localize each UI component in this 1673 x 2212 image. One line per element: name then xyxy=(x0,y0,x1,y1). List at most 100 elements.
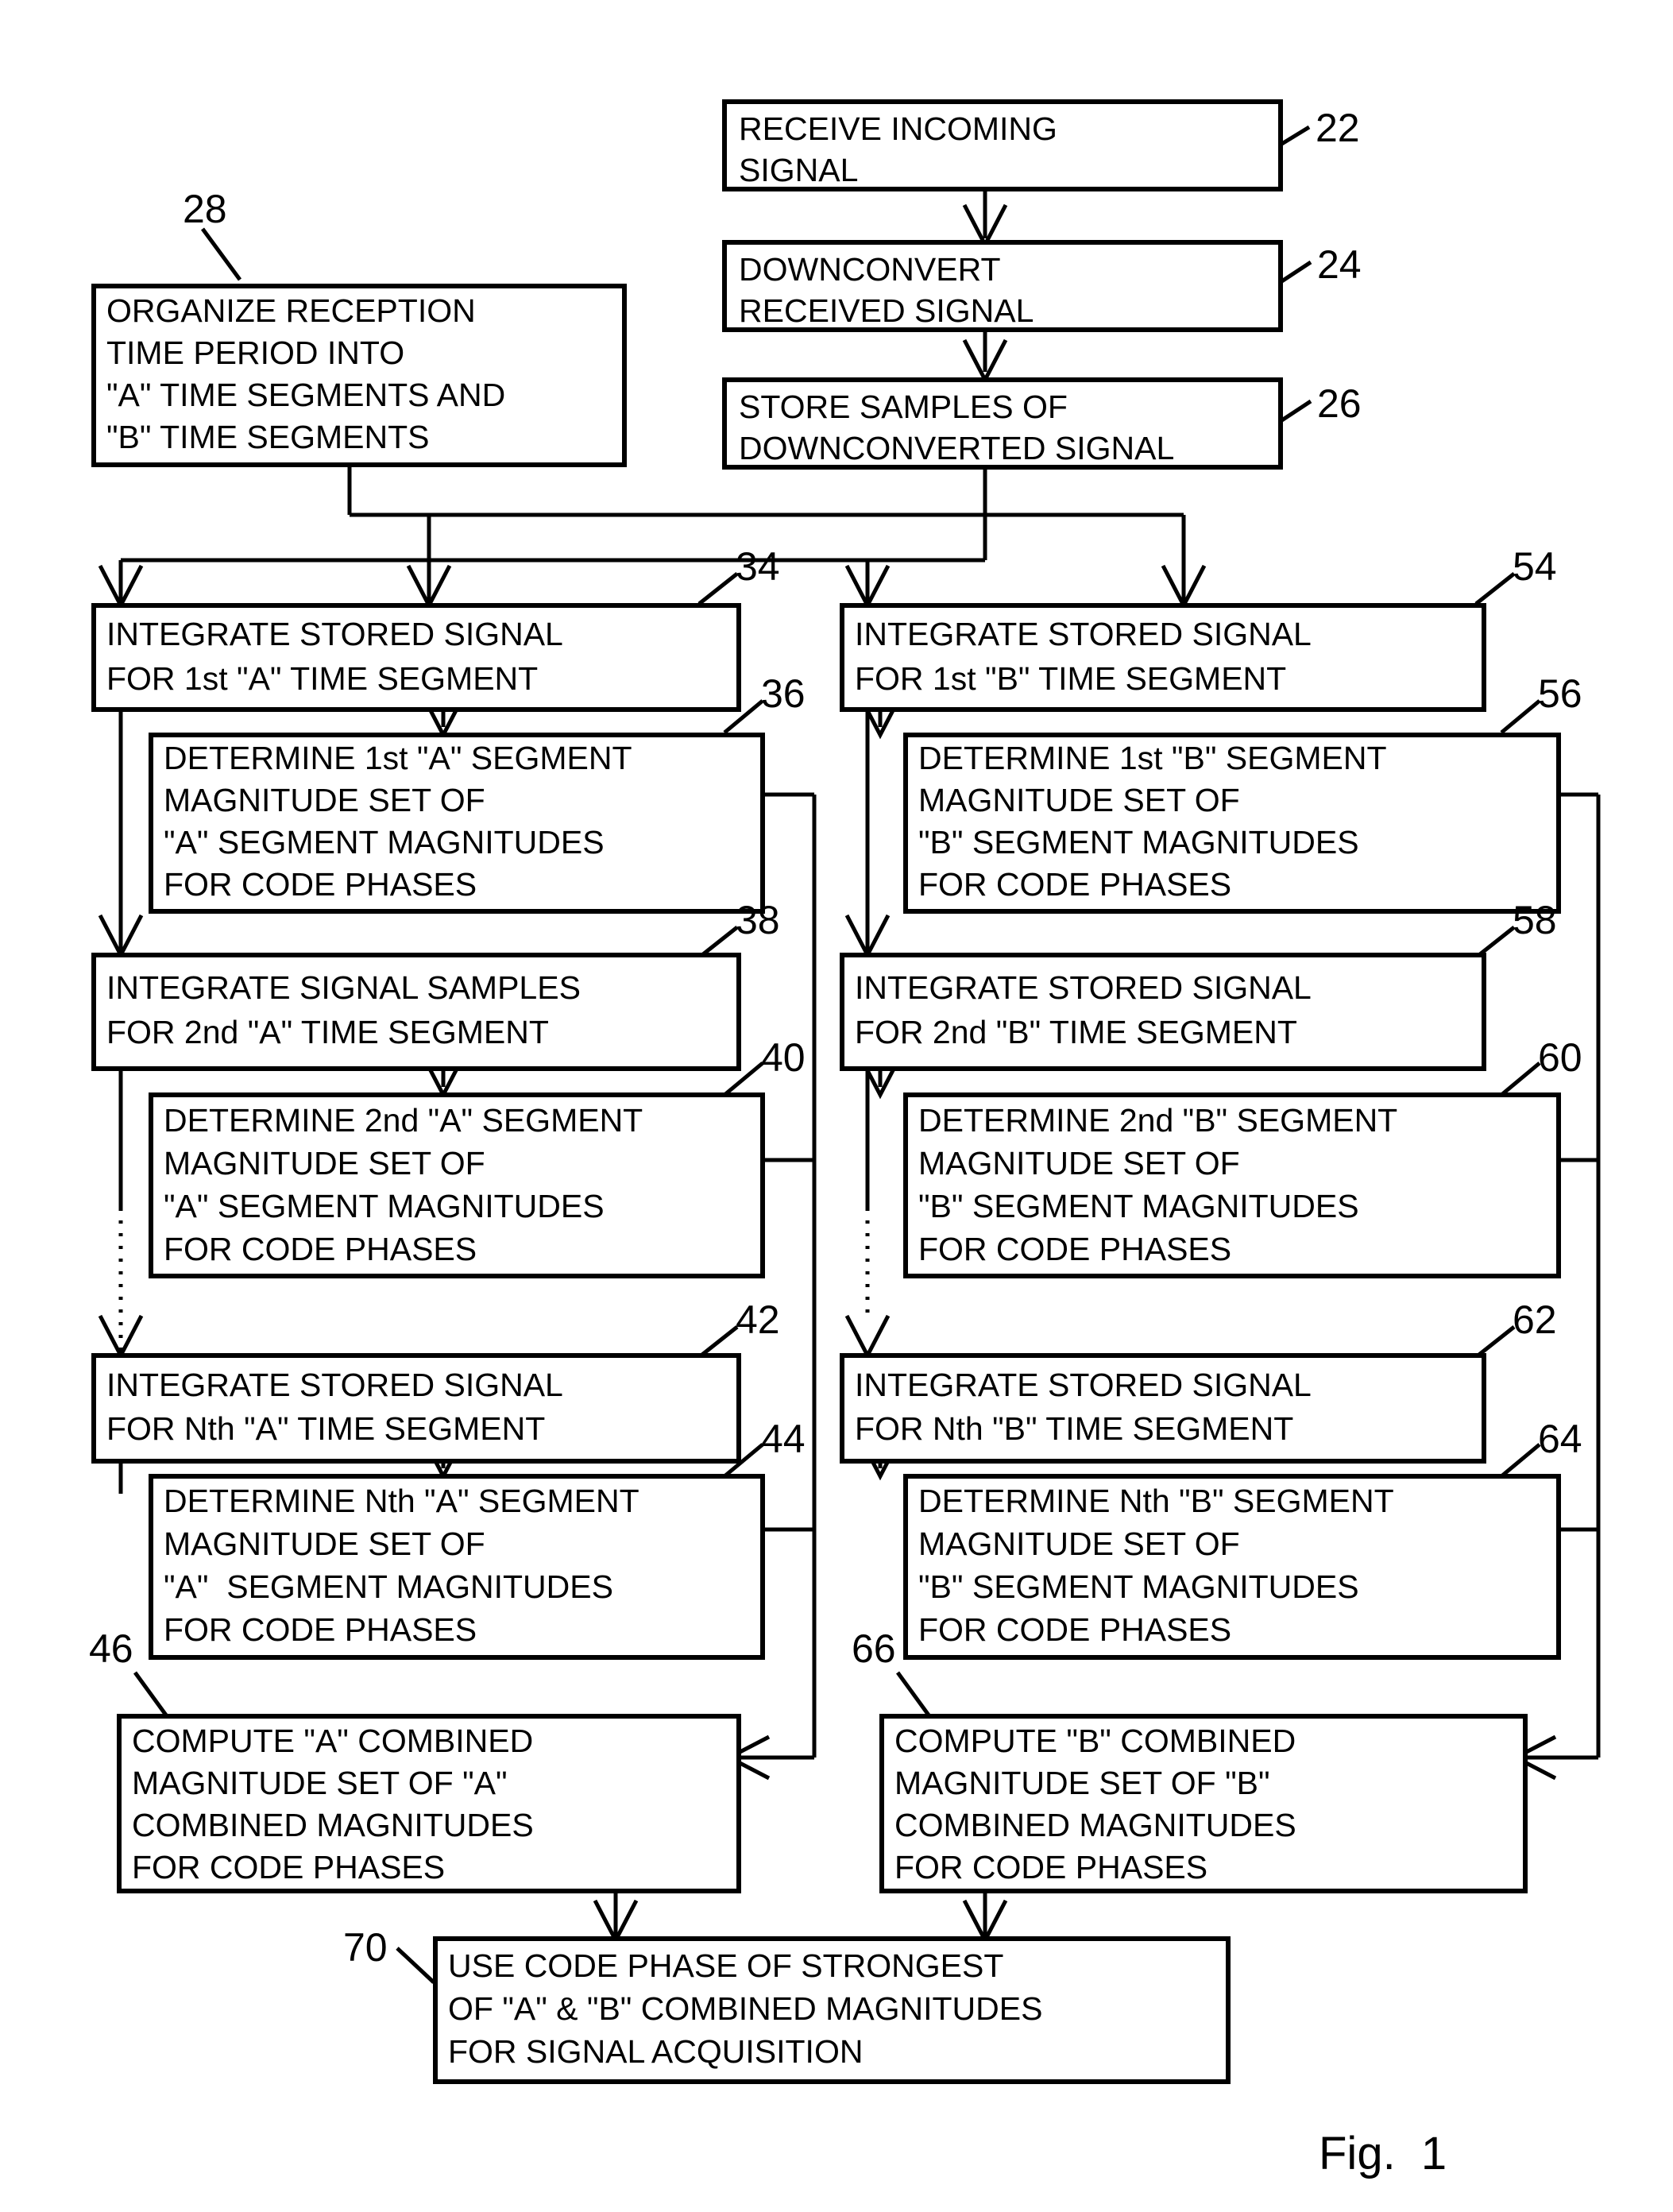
box-22-line-1: RECEIVE INCOMING xyxy=(739,110,1057,147)
box-70[interactable]: USE CODE PHASE OF STRONGEST OF "A" & "B"… xyxy=(435,1939,1228,2082)
ref-60: 60 xyxy=(1538,1035,1582,1080)
box-60-line-3: "B" SEGMENT MAGNITUDES xyxy=(918,1188,1359,1224)
box-58[interactable]: INTEGRATE STORED SIGNAL FOR 2nd "B" TIME… xyxy=(842,955,1484,1069)
leader-70 xyxy=(396,1947,435,1984)
box-28-line-2: TIME PERIOD INTO xyxy=(106,335,404,371)
ref-56: 56 xyxy=(1538,671,1582,716)
ref-22: 22 xyxy=(1316,106,1360,150)
box-36-line-2: MAGNITUDE SET OF xyxy=(164,782,485,818)
box-70-line-3: FOR SIGNAL ACQUISITION xyxy=(448,2033,863,2070)
box-40-line-1: DETERMINE 2nd "A" SEGMENT xyxy=(164,1102,643,1139)
box-36-line-4: FOR CODE PHASES xyxy=(164,866,477,903)
box-36-line-1: DETERMINE 1st "A" SEGMENT xyxy=(164,740,632,776)
leader-34 xyxy=(697,572,739,605)
ref-54: 54 xyxy=(1513,544,1557,589)
box-64-line-2: MAGNITUDE SET OF xyxy=(918,1526,1240,1562)
ref-44: 44 xyxy=(761,1417,806,1461)
ref-64: 64 xyxy=(1538,1417,1582,1461)
ref-40: 40 xyxy=(761,1035,806,1080)
leader-54 xyxy=(1474,572,1516,605)
ref-66: 66 xyxy=(852,1626,896,1671)
leader-24 xyxy=(1279,260,1312,284)
box-58-line-2: FOR 2nd "B" TIME SEGMENT xyxy=(855,1014,1297,1050)
ref-70: 70 xyxy=(343,1925,388,1970)
box-54-line-1: INTEGRATE STORED SIGNAL xyxy=(855,616,1312,652)
box-40[interactable]: DETERMINE 2nd "A" SEGMENT MAGNITUDE SET … xyxy=(151,1095,763,1276)
box-26-line-2: DOWNCONVERTED SIGNAL xyxy=(739,430,1174,466)
patent-figure: RECEIVE INCOMING SIGNAL 22 DOWNCONVERT R… xyxy=(0,0,1673,2212)
arrowhead-62-top xyxy=(844,1314,891,1360)
box-44[interactable]: DETERMINE Nth "A" SEGMENT MAGNITUDE SET … xyxy=(151,1476,763,1657)
box-46-line-2: MAGNITUDE SET OF "A" xyxy=(132,1765,508,1801)
leader-42 xyxy=(697,1325,739,1359)
box-46-line-4: FOR CODE PHASES xyxy=(132,1849,445,1885)
box-54-line-2: FOR 1st "B" TIME SEGMENT xyxy=(855,660,1286,697)
ref-58: 58 xyxy=(1513,898,1557,942)
leader-26 xyxy=(1279,399,1312,423)
ref-28: 28 xyxy=(183,187,227,231)
box-42[interactable]: INTEGRATE STORED SIGNAL FOR Nth "A" TIME… xyxy=(94,1355,739,1461)
leader-62 xyxy=(1474,1325,1516,1359)
box-42-line-1: INTEGRATE STORED SIGNAL xyxy=(106,1367,563,1403)
box-42-line-2: FOR Nth "A" TIME SEGMENT xyxy=(106,1410,545,1447)
box-34-line-1: INTEGRATE STORED SIGNAL xyxy=(106,616,563,652)
box-46-line-1: COMPUTE "A" COMBINED xyxy=(132,1723,533,1759)
box-44-line-2: MAGNITUDE SET OF xyxy=(164,1526,485,1562)
box-60-line-2: MAGNITUDE SET OF xyxy=(918,1145,1240,1181)
box-28-line-1: ORGANIZE RECEPTION xyxy=(106,292,476,329)
box-36-line-3: "A" SEGMENT MAGNITUDES xyxy=(164,824,605,860)
box-38-line-1: INTEGRATE SIGNAL SAMPLES xyxy=(106,969,581,1006)
box-60[interactable]: DETERMINE 2nd "B" SEGMENT MAGNITUDE SET … xyxy=(906,1095,1559,1276)
box-28-line-3: "A" TIME SEGMENTS AND xyxy=(106,377,505,413)
box-22-line-2: SIGNAL xyxy=(739,152,858,188)
flowchart-canvas: RECEIVE INCOMING SIGNAL 22 DOWNCONVERT R… xyxy=(89,0,1601,2179)
box-54[interactable]: INTEGRATE STORED SIGNAL FOR 1st "B" TIME… xyxy=(842,605,1484,710)
box-38[interactable]: INTEGRATE SIGNAL SAMPLES FOR 2nd "A" TIM… xyxy=(94,955,739,1069)
box-44-line-4: FOR CODE PHASES xyxy=(164,1611,477,1648)
box-34[interactable]: INTEGRATE STORED SIGNAL FOR 1st "A" TIME… xyxy=(94,605,739,710)
ref-62: 62 xyxy=(1513,1297,1557,1342)
box-28[interactable]: ORGANIZE RECEPTION TIME PERIOD INTO "A" … xyxy=(94,286,624,465)
leader-56 xyxy=(1500,699,1541,734)
box-34-line-2: FOR 1st "A" TIME SEGMENT xyxy=(106,660,538,697)
ref-34: 34 xyxy=(736,544,780,589)
box-66-line-3: COMBINED MAGNITUDES xyxy=(894,1807,1296,1843)
ref-38: 38 xyxy=(736,898,780,942)
box-64-line-3: "B" SEGMENT MAGNITUDES xyxy=(918,1568,1359,1605)
leader-60 xyxy=(1500,1062,1541,1096)
ref-42: 42 xyxy=(736,1297,780,1342)
box-26[interactable]: STORE SAMPLES OF DOWNCONVERTED SIGNAL xyxy=(724,380,1281,467)
box-28-line-4: "B" TIME SEGMENTS xyxy=(106,419,430,455)
ref-24: 24 xyxy=(1317,242,1362,287)
box-24-line-1: DOWNCONVERT xyxy=(739,251,1001,288)
box-56-line-3: "B" SEGMENT MAGNITUDES xyxy=(918,824,1359,860)
box-44-line-1: DETERMINE Nth "A" SEGMENT xyxy=(164,1483,639,1519)
box-56-line-4: FOR CODE PHASES xyxy=(918,866,1231,903)
box-56[interactable]: DETERMINE 1st "B" SEGMENT MAGNITUDE SET … xyxy=(906,735,1559,911)
box-22[interactable]: RECEIVE INCOMING SIGNAL xyxy=(724,102,1281,189)
box-46-line-3: COMBINED MAGNITUDES xyxy=(132,1807,534,1843)
box-70-line-2: OF "A" & "B" COMBINED MAGNITUDES xyxy=(448,1990,1042,2027)
leader-66 xyxy=(895,1671,932,1718)
box-24-line-2: RECEIVED SIGNAL xyxy=(739,292,1034,329)
leader-64 xyxy=(1500,1443,1541,1478)
leader-28 xyxy=(200,227,242,281)
leader-46 xyxy=(133,1671,169,1718)
box-66-line-4: FOR CODE PHASES xyxy=(894,1849,1207,1885)
box-60-line-1: DETERMINE 2nd "B" SEGMENT xyxy=(918,1102,1397,1139)
box-44-line-3: "A" SEGMENT MAGNITUDES xyxy=(164,1568,613,1605)
box-62-line-2: FOR Nth "B" TIME SEGMENT xyxy=(855,1410,1293,1447)
box-46[interactable]: COMPUTE "A" COMBINED MAGNITUDE SET OF "A… xyxy=(119,1716,739,1891)
box-60-line-4: FOR CODE PHASES xyxy=(918,1231,1231,1267)
ref-26: 26 xyxy=(1317,381,1362,426)
box-66[interactable]: COMPUTE "B" COMBINED MAGNITUDE SET OF "B… xyxy=(882,1716,1525,1891)
box-66-line-2: MAGNITUDE SET OF "B" xyxy=(894,1765,1270,1801)
leader-22 xyxy=(1279,125,1311,147)
box-24[interactable]: DOWNCONVERT RECEIVED SIGNAL xyxy=(724,242,1281,330)
box-64[interactable]: DETERMINE Nth "B" SEGMENT MAGNITUDE SET … xyxy=(906,1476,1559,1657)
box-26-line-1: STORE SAMPLES OF xyxy=(739,389,1068,425)
box-36[interactable]: DETERMINE 1st "A" SEGMENT MAGNITUDE SET … xyxy=(151,735,763,911)
box-58-line-1: INTEGRATE STORED SIGNAL xyxy=(855,969,1312,1006)
box-38-line-2: FOR 2nd "A" TIME SEGMENT xyxy=(106,1014,549,1050)
box-62[interactable]: INTEGRATE STORED SIGNAL FOR Nth "B" TIME… xyxy=(842,1355,1484,1461)
